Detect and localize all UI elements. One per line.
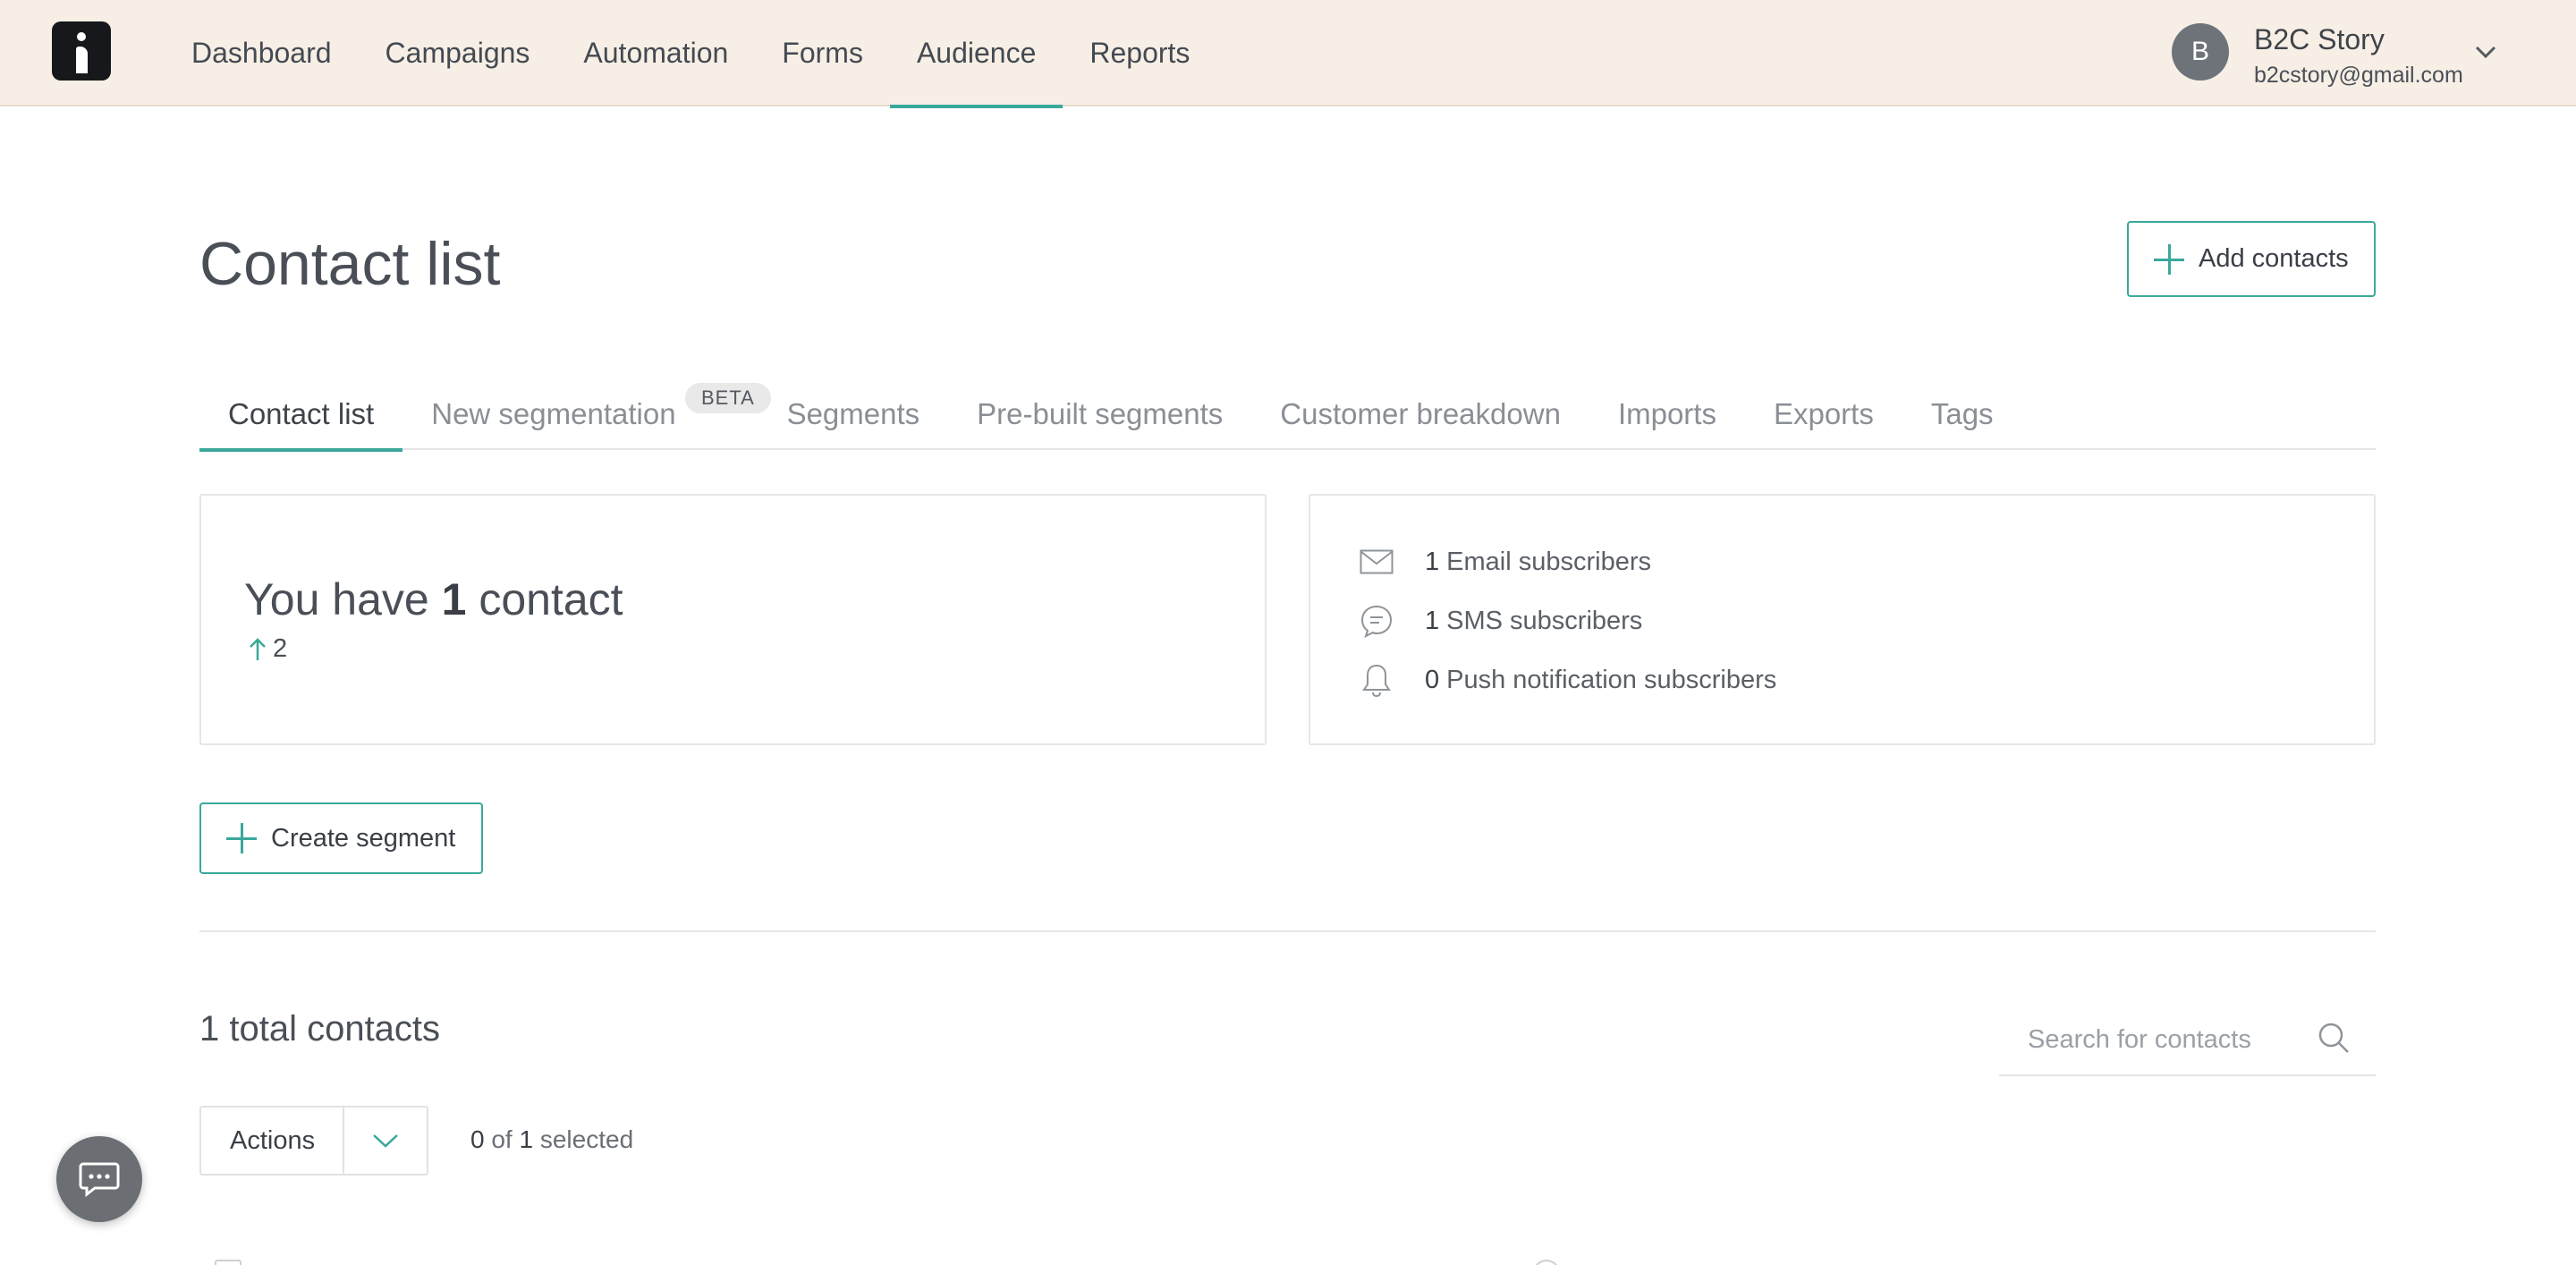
select-all-checkbox[interactable]	[215, 1260, 242, 1265]
actions-toggle[interactable]	[344, 1108, 427, 1174]
nav-item-forms[interactable]: Forms	[755, 0, 890, 106]
add-contacts-button[interactable]: Add contacts	[2127, 221, 2376, 297]
push-subscribers-label: Push notification subscribers	[1446, 665, 1777, 694]
contact-count-prefix: You have	[244, 574, 429, 624]
envelope-icon	[1359, 544, 1394, 580]
selected-total: 1	[519, 1125, 534, 1153]
app-logo[interactable]	[52, 21, 111, 81]
create-segment-label: Create segment	[271, 823, 456, 853]
main-nav: Dashboard Campaigns Automation Forms Aud…	[191, 0, 1216, 108]
user-email: b2cstory@gmail.com	[2254, 63, 2463, 88]
chat-launcher-button[interactable]	[56, 1136, 142, 1222]
section-divider	[199, 930, 2376, 932]
selected-of: of	[491, 1125, 513, 1153]
contact-count-value: 1	[441, 574, 467, 624]
actions-dropdown[interactable]: Actions	[199, 1106, 428, 1176]
tab-pre-built-segments[interactable]: Pre-built segments	[948, 385, 1251, 450]
subscribers-card: 1 Email subscribers 1 SMS subscribers 0 …	[1309, 494, 2376, 745]
sms-subscribers-row: 1 SMS subscribers	[1359, 603, 1642, 639]
contact-trend: 2	[248, 634, 287, 664]
nav-item-audience[interactable]: Audience	[889, 0, 1063, 108]
contact-count-heading: You have 1 contact	[244, 573, 623, 625]
sms-subscribers-label: SMS subscribers	[1446, 606, 1643, 635]
tab-contact-list[interactable]: Contact list	[199, 385, 403, 452]
plus-icon	[226, 823, 257, 853]
logo-dot	[77, 32, 86, 41]
column-info-icon	[1533, 1260, 1560, 1265]
audience-tabs: Contact list New segmentation Segments P…	[199, 385, 2376, 452]
tab-customer-breakdown[interactable]: Customer breakdown	[1251, 385, 1589, 450]
nav-item-dashboard[interactable]: Dashboard	[191, 0, 359, 106]
user-menu[interactable]: B B2C Story b2cstory@gmail.com	[2172, 0, 2576, 106]
total-contacts-heading: 1 total contacts	[199, 1009, 441, 1049]
avatar[interactable]: B	[2172, 23, 2229, 81]
chat-bubble-icon	[1359, 603, 1394, 639]
push-subscribers-count: 0	[1425, 665, 1440, 694]
chat-icon	[79, 1162, 120, 1197]
trend-value: 2	[273, 634, 288, 663]
email-subscribers-count: 1	[1425, 547, 1440, 576]
logo-stem	[76, 47, 88, 73]
contact-count-suffix: contact	[479, 574, 623, 624]
arrow-up-icon	[250, 637, 266, 660]
tab-new-segmentation[interactable]: New segmentation	[402, 385, 704, 450]
top-nav-bar: Dashboard Campaigns Automation Forms Aud…	[0, 0, 2576, 108]
nav-item-automation[interactable]: Automation	[556, 0, 755, 106]
add-contacts-label: Add contacts	[2199, 244, 2349, 273]
contact-summary-card: You have 1 contact 2	[199, 494, 1267, 745]
selected-suffix: selected	[539, 1125, 634, 1153]
tab-imports[interactable]: Imports	[1589, 385, 1745, 450]
actions-button[interactable]: Actions	[201, 1108, 344, 1174]
user-name: B2C Story	[2254, 23, 2385, 55]
tab-exports[interactable]: Exports	[1745, 385, 1902, 450]
tab-segments[interactable]: Segments	[758, 385, 949, 450]
tab-tags[interactable]: Tags	[1902, 385, 2022, 450]
sms-subscribers-count: 1	[1425, 606, 1440, 635]
bell-icon	[1359, 662, 1394, 698]
nav-item-campaigns[interactable]: Campaigns	[359, 0, 557, 106]
page-title: Contact list	[199, 230, 501, 298]
selection-status: 0 of 1 selected	[470, 1125, 633, 1154]
email-subscribers-row: 1 Email subscribers	[1359, 544, 1651, 580]
plus-icon	[2154, 243, 2184, 275]
selected-count: 0	[470, 1125, 485, 1153]
search-icon[interactable]	[2316, 1020, 2351, 1056]
chevron-down-icon[interactable]	[2474, 43, 2497, 61]
search-input[interactable]	[2028, 1022, 2314, 1057]
nav-item-reports[interactable]: Reports	[1063, 0, 1216, 106]
email-subscribers-label: Email subscribers	[1446, 547, 1651, 576]
push-subscribers-row: 0 Push notification subscribers	[1359, 662, 1776, 698]
contact-search	[1999, 1009, 2376, 1076]
beta-badge: BETA	[685, 383, 771, 413]
chevron-down-icon	[373, 1134, 398, 1148]
create-segment-button[interactable]: Create segment	[199, 802, 483, 874]
